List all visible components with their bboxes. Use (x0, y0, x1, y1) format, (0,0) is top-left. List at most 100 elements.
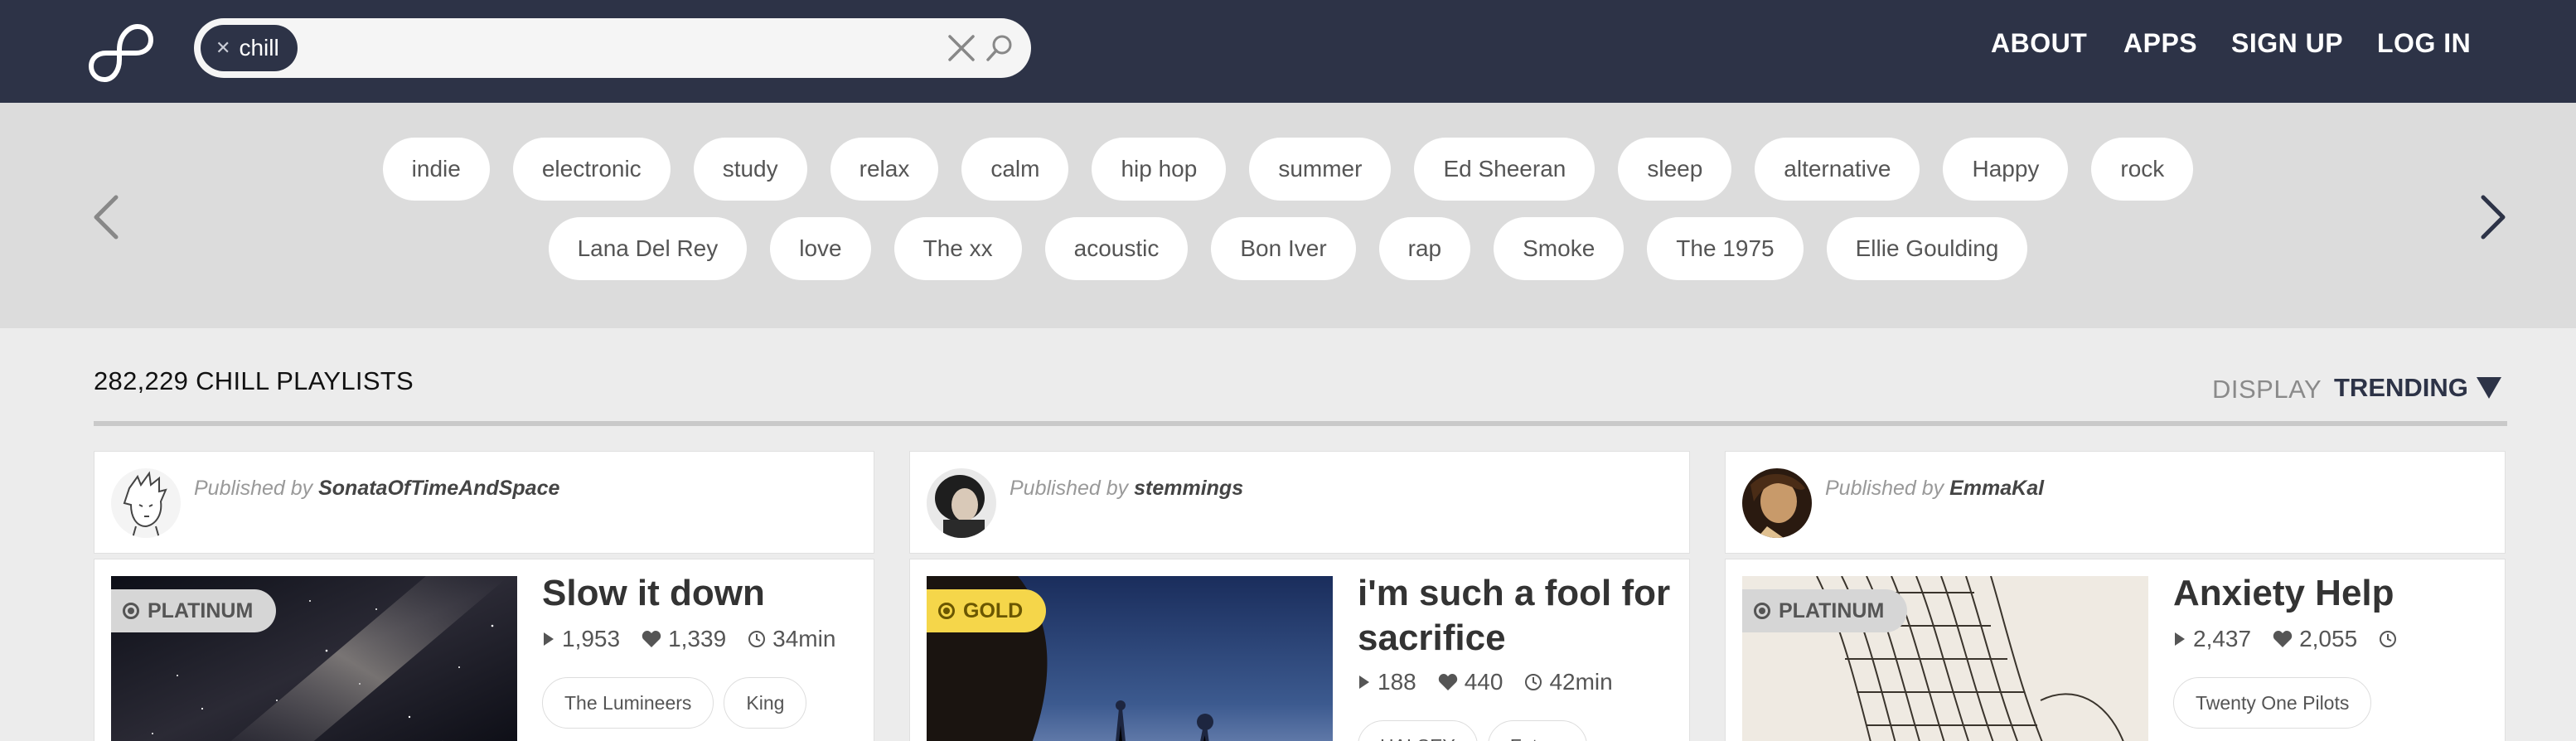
nav-apps-link[interactable]: APPS (2123, 28, 2197, 59)
playlist-stats: 2,437 2,055 (2173, 626, 2404, 652)
plays-count: 2,437 (2193, 626, 2252, 651)
tag-pill[interactable]: Lana Del Rey (548, 217, 748, 280)
tag-pill[interactable]: alternative (1755, 138, 1920, 201)
top-header: ✕ chill ABOUT APPS SIGN UP LOG IN (0, 0, 2576, 103)
avatar[interactable] (111, 468, 181, 538)
playlist-title[interactable]: Slow it down (542, 571, 865, 616)
tag-pill[interactable]: rock (2091, 138, 2194, 201)
publisher-line: Published by EmmaKal (1825, 477, 2044, 501)
close-icon[interactable] (943, 30, 980, 66)
tag-pill[interactable]: Smoke (1494, 217, 1625, 280)
publisher-name[interactable]: EmmaKal (1949, 477, 2044, 500)
badge-dot-icon (1754, 603, 1770, 619)
tag-row-1: indie electronic study relax calm hip ho… (0, 138, 2576, 201)
playlist-cover[interactable]: GOLD (927, 576, 1333, 741)
playlist-card[interactable]: PLATINUM Anxiety Help 2,437 2,055 Twenty… (1725, 559, 2506, 741)
search-token-label: chill (239, 35, 279, 61)
clock-icon (1525, 674, 1542, 690)
artist-tag[interactable]: The Lumineers (542, 677, 714, 729)
artist-tag[interactable]: Future (1487, 720, 1588, 741)
card-publisher: Published by SonataOfTimeAndSpace (94, 451, 874, 554)
tag-pill[interactable]: acoustic (1044, 217, 1189, 280)
play-icon (544, 632, 554, 646)
tag-pill[interactable]: electronic (512, 138, 671, 201)
likes-count: 1,339 (668, 626, 727, 651)
playlist-card[interactable]: GOLD i'm such a fool for sacrifice 188 4… (909, 559, 1690, 741)
result-count: 282,229 CHILL PLAYLISTS (94, 366, 414, 395)
sort-label: TRENDING (2334, 373, 2468, 402)
infinity-logo-icon[interactable] (86, 17, 154, 85)
tag-pill[interactable]: indie (382, 138, 490, 201)
tag-pill[interactable]: love (770, 217, 871, 280)
divider (94, 421, 2507, 426)
badge-dot-icon (123, 603, 139, 619)
tag-pill[interactable]: summer (1249, 138, 1392, 201)
playlist-cover[interactable]: PLATINUM (111, 576, 517, 741)
heart-icon (1438, 674, 1457, 690)
avatar[interactable] (927, 468, 996, 538)
publisher-line: Published by SonataOfTimeAndSpace (194, 477, 559, 501)
playlist-stats: 188 440 42min (1358, 669, 1613, 695)
playlist-card[interactable]: PLATINUM Slow it down 1,953 1,339 34min … (94, 559, 874, 741)
search-bar[interactable]: ✕ chill (194, 18, 1031, 78)
artist-tag[interactable]: HALSEY (1358, 720, 1478, 741)
plays-stat: 188 (1358, 669, 1416, 695)
triangle-down-icon (2476, 377, 2501, 399)
nav-signup-link[interactable]: SIGN UP (2231, 28, 2343, 59)
likes-stat[interactable]: 440 (1438, 669, 1503, 695)
published-by-label: Published by (194, 477, 313, 500)
tag-pill[interactable]: sleep (1618, 138, 1732, 201)
playlist-tags: Twenty One Pilots (2173, 677, 2372, 729)
badge-dot-icon (938, 603, 955, 619)
play-icon (2175, 632, 2185, 646)
tag-pill[interactable]: rap (1378, 217, 1471, 280)
plays-count: 1,953 (562, 626, 621, 651)
tag-pill[interactable]: The xx (893, 217, 1022, 280)
heart-icon (2273, 631, 2293, 647)
tag-pill[interactable]: Bon Iver (1211, 217, 1356, 280)
nav-about-link[interactable]: ABOUT (1991, 28, 2087, 59)
playlist-tags: The Lumineers King (542, 677, 807, 729)
play-icon (1359, 676, 1369, 689)
tag-pill[interactable]: study (693, 138, 807, 201)
avatar[interactable] (1742, 468, 1812, 538)
badge-platinum: PLATINUM (111, 589, 277, 632)
badge-label: PLATINUM (148, 599, 254, 622)
card-publisher: Published by stemmings (909, 451, 1690, 554)
duration-stat (2379, 630, 2404, 648)
published-by-label: Published by (1010, 477, 1129, 500)
likes-count: 2,055 (2299, 626, 2358, 651)
artist-tag[interactable]: Twenty One Pilots (2173, 677, 2372, 729)
plays-stat: 1,953 (542, 626, 620, 652)
badge-label: GOLD (963, 599, 1024, 622)
likes-stat[interactable]: 1,339 (642, 626, 726, 652)
heart-icon (642, 631, 661, 647)
plays-count: 188 (1378, 669, 1416, 695)
likes-stat[interactable]: 2,055 (2273, 626, 2357, 652)
duration-stat: 34min (748, 626, 835, 652)
tag-pill[interactable]: hip hop (1092, 138, 1227, 201)
tag-pill[interactable]: Happy (1943, 138, 2069, 201)
card-publisher: Published by EmmaKal (1725, 451, 2506, 554)
playlist-cover[interactable]: PLATINUM (1742, 576, 2148, 741)
tag-pill[interactable]: calm (961, 138, 1069, 201)
playlist-stats: 1,953 1,339 34min (542, 626, 835, 652)
playlist-title[interactable]: i'm such a fool for sacrifice (1358, 571, 1681, 661)
tag-pill[interactable]: Ellie Goulding (1826, 217, 2028, 280)
artist-tag[interactable]: King (724, 677, 807, 729)
display-label: DISPLAY (2212, 375, 2322, 404)
tag-pill[interactable]: Ed Sheeran (1414, 138, 1595, 201)
tag-pill[interactable]: relax (830, 138, 939, 201)
badge-label: PLATINUM (1779, 599, 1885, 622)
publisher-name[interactable]: stemmings (1134, 477, 1243, 500)
playlist-title[interactable]: Anxiety Help (2173, 571, 2496, 616)
search-icon[interactable] (985, 33, 1014, 63)
publisher-name[interactable]: SonataOfTimeAndSpace (318, 477, 559, 500)
search-token[interactable]: ✕ chill (201, 25, 298, 71)
clock-icon (748, 631, 766, 647)
sort-dropdown[interactable]: TRENDING (2334, 373, 2501, 403)
nav-login-link[interactable]: LOG IN (2377, 28, 2471, 59)
remove-token-icon[interactable]: ✕ (215, 25, 230, 71)
tag-pill[interactable]: The 1975 (1647, 217, 1804, 280)
duration-value: 42min (1549, 669, 1613, 695)
